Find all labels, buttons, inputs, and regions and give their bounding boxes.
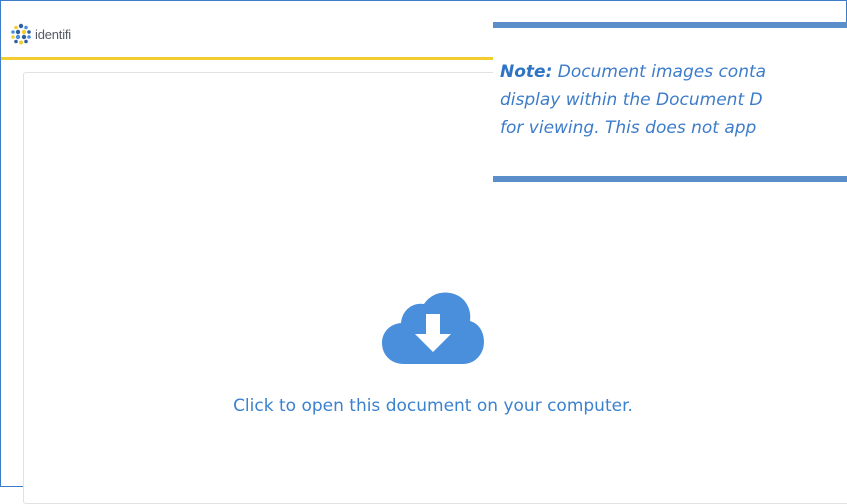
cloud-download-icon[interactable]: [380, 290, 486, 366]
note-line-1-text: Document images conta: [552, 62, 767, 82]
note-line-3: for viewing. This does not app: [500, 118, 757, 138]
note-line-2: display within the Document D: [500, 90, 763, 110]
note-line-1: Note: Document images conta: [500, 58, 847, 86]
open-document-link[interactable]: Click to open this document on your comp…: [0, 396, 847, 416]
logo[interactable]: identifi: [10, 23, 71, 45]
note-label: Note:: [500, 62, 553, 82]
note-text: Note: Document images conta display with…: [500, 58, 847, 142]
logo-text: identifi: [35, 26, 71, 42]
identifi-logo-icon: [11, 23, 31, 45]
note-box: Note: Document images conta display with…: [493, 22, 847, 182]
